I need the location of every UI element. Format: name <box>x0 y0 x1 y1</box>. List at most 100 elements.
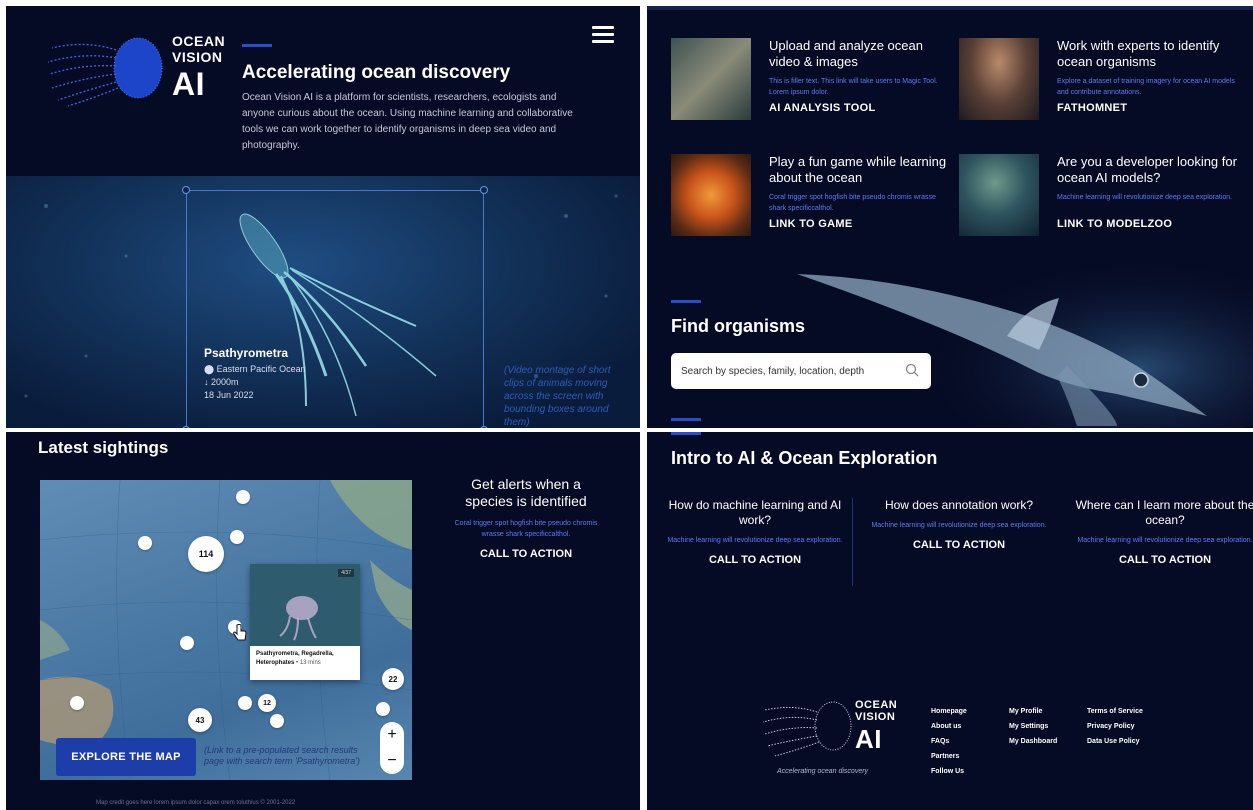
intro-column-learn-more: Where can I learn more about the ocean? … <box>1075 498 1253 566</box>
hero-title: Accelerating ocean discovery <box>242 62 511 83</box>
footer-link-settings[interactable]: My Settings <box>1009 719 1057 734</box>
hamburger-menu-icon[interactable] <box>592 26 614 44</box>
fathomnet-link[interactable]: FATHOMNET <box>1057 102 1127 114</box>
hand-cursor-icon <box>233 624 247 641</box>
column-description: Machine learning will revolutionize deep… <box>871 522 1047 529</box>
footer-links-main: Homepage About us FAQs Partners Follow U… <box>931 704 967 779</box>
column-title: How do machine learning and AI work? <box>668 498 842 527</box>
species-info: Psathyrometra ⬤ Eastern Pacific Ocean ↓ … <box>204 346 306 402</box>
accent-bar <box>242 44 272 47</box>
search-input[interactable] <box>681 362 891 380</box>
bbox-handle[interactable] <box>480 186 488 194</box>
bbox-handle[interactable] <box>182 186 190 194</box>
column-cta-link[interactable]: CALL TO ACTION <box>1075 554 1253 566</box>
footer-links-account: My Profile My Settings My Dashboard <box>1009 704 1057 749</box>
cluster-marker[interactable]: 43 <box>188 708 212 732</box>
explore-map-button[interactable]: EXPLORE THE MAP <box>56 738 196 776</box>
logo-word-ai: AI <box>172 66 205 102</box>
starfish-thumbnail <box>671 154 751 236</box>
cluster-marker[interactable]: 12 <box>258 694 276 712</box>
zoom-out-button[interactable]: − <box>380 748 404 774</box>
tools-section: Upload and analyze ocean video & images … <box>647 6 1253 428</box>
explore-note: (Link to a pre-populated search results … <box>204 745 360 766</box>
accent-bar <box>671 300 701 303</box>
jellyfish-thumbnail <box>959 38 1039 120</box>
sighting-pin[interactable] <box>230 530 244 544</box>
column-title: Where can I learn more about the ocean? <box>1075 498 1253 527</box>
logo-word-vision: VISION <box>855 711 896 723</box>
find-organisms-title: Find organisms <box>671 316 806 336</box>
sighting-pin[interactable] <box>270 714 284 728</box>
footer-link-faqs[interactable]: FAQs <box>931 734 967 749</box>
ocean-vision-ai-logo[interactable]: OCEAN VISION AI <box>46 28 226 108</box>
column-title: How does annotation work? <box>884 498 1034 512</box>
map-credit: Map credit goes here lorem ipsum dolor c… <box>96 800 296 806</box>
coral-thumbnail <box>671 38 751 120</box>
octopus-thumbnail <box>959 154 1039 236</box>
alerts-block: Get alerts when a species is identified … <box>446 476 606 560</box>
sightings-map[interactable]: 114 22 12 43 4/37 Psathyrometra, Regadre… <box>40 480 412 780</box>
jellyfish-logo-icon <box>762 701 852 757</box>
footer-link-homepage[interactable]: Homepage <box>931 704 967 719</box>
column-description: Machine learning will revolutionize deep… <box>667 537 843 544</box>
sighting-pin[interactable] <box>376 702 390 716</box>
footer-link-about[interactable]: About us <box>931 719 967 734</box>
arrow-down-icon: ↓ <box>204 377 212 387</box>
ai-analysis-tool-link[interactable]: AI ANALYSIS TOOL <box>769 102 875 114</box>
modelzoo-link[interactable]: LINK TO MODELZOO <box>1057 218 1172 230</box>
footer-link-terms[interactable]: Terms of Service <box>1087 704 1143 719</box>
footer-link-profile[interactable]: My Profile <box>1009 704 1057 719</box>
tool-card-game: Play a fun game while learning about the… <box>671 154 951 244</box>
video-montage[interactable]: Psathyrometra ⬤ Eastern Pacific Ocean ↓ … <box>6 176 640 428</box>
tool-title: Are you a developer looking for ocean AI… <box>1057 154 1237 185</box>
column-divider <box>852 498 853 586</box>
hero-description: Ocean Vision AI is a platform for scient… <box>242 92 573 151</box>
sighting-popup[interactable]: 4/37 Psathyrometra, Regadrella, Heteroph… <box>250 564 360 680</box>
intro-title: Intro to AI & Ocean Exploration <box>671 448 938 468</box>
footer-link-partners[interactable]: Partners <box>931 749 967 764</box>
sighting-pin[interactable] <box>138 536 152 550</box>
tool-title: Work with experts to identify ocean orga… <box>1057 38 1220 69</box>
sighting-pin[interactable] <box>70 696 84 710</box>
footer-link-privacy[interactable]: Privacy Policy <box>1087 719 1143 734</box>
bbox-handle[interactable] <box>480 426 488 428</box>
map-pin-icon: ⬤ <box>204 364 217 374</box>
accent-bar <box>671 432 701 435</box>
tool-description: Coral trigger spot hogfish bite pseudo c… <box>769 194 936 212</box>
search-icon[interactable] <box>905 363 919 377</box>
column-cta-link[interactable]: CALL TO ACTION <box>665 554 845 566</box>
alerts-description: Coral trigger spot hogfish bite pseudo c… <box>454 520 598 538</box>
popup-species-names: Psathyrometra, Regadrella, Heterophates <box>256 651 334 666</box>
cluster-marker[interactable]: 114 <box>188 536 224 572</box>
search-field[interactable] <box>671 353 931 389</box>
alerts-cta-link[interactable]: CALL TO ACTION <box>446 548 606 560</box>
column-cta-link[interactable]: CALL TO ACTION <box>869 539 1049 551</box>
sighting-pin[interactable] <box>236 490 250 504</box>
zoom-in-button[interactable]: + <box>380 722 404 748</box>
sighting-pin[interactable] <box>238 696 252 710</box>
video-note: (Video montage of short clips of animals… <box>504 365 611 428</box>
accent-bar <box>671 418 701 421</box>
tool-description: Explore a dataset of training imagery fo… <box>1057 78 1235 96</box>
logo-word-ocean: OCEAN <box>855 699 898 711</box>
intro-column-ml: How do machine learning and AI work? Mac… <box>665 498 845 566</box>
popup-caption: Psathyrometra, Regadrella, Heterophates … <box>256 650 356 668</box>
latest-sightings-section: Latest sightings 114 22 12 43 4/37 Psath… <box>6 432 640 810</box>
game-link[interactable]: LINK TO GAME <box>769 218 852 230</box>
footer-link-dashboard[interactable]: My Dashboard <box>1009 734 1057 749</box>
footer-logo[interactable]: OCEAN VISION AI <box>761 694 901 764</box>
footer-link-data-use[interactable]: Data Use Policy <box>1087 734 1143 749</box>
latest-sightings-title: Latest sightings <box>38 438 169 457</box>
species-date: 18 Jun 2022 <box>204 390 254 400</box>
logo-word-vision: VISION <box>172 49 223 65</box>
bbox-handle[interactable] <box>182 426 190 428</box>
cluster-marker[interactable]: 22 <box>382 668 404 690</box>
tool-description: Machine learning will revolutionize deep… <box>1057 194 1233 201</box>
footer-link-follow[interactable]: Follow Us <box>931 764 967 779</box>
species-name: Psathyrometra <box>204 346 289 360</box>
sighting-pin[interactable] <box>180 636 194 650</box>
logo-word-ocean: OCEAN <box>172 33 226 49</box>
tool-title: Upload and analyze ocean video & images <box>769 38 923 69</box>
intro-section: Intro to AI & Ocean Exploration How do m… <box>647 432 1253 810</box>
jellyfish-logo-icon <box>47 37 163 107</box>
